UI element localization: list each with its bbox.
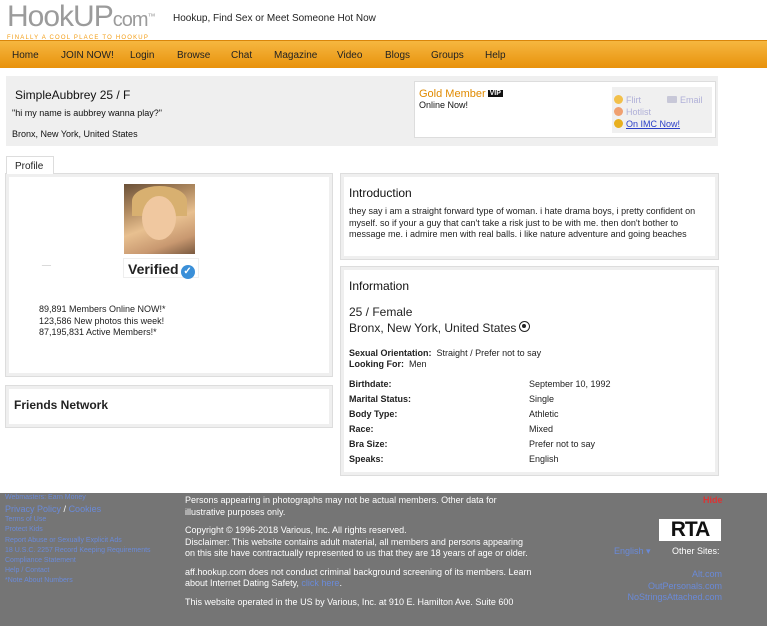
checkmark-icon: ✓: [180, 265, 195, 279]
nav-join-now[interactable]: JOIN NOW!: [61, 50, 114, 61]
footer-link-webmasters[interactable]: Webmasters: Earn Money: [5, 493, 151, 503]
nav-video[interactable]: Video: [337, 50, 362, 61]
footer-disclaimers: Persons appearing in photographs may not…: [185, 495, 535, 615]
introduction-panel: Introduction they say i am a straight fo…: [340, 173, 719, 260]
hotlist-icon: [614, 107, 623, 116]
membership-box: Gold Member VIP Online Now! Flirt Email H…: [414, 81, 716, 138]
friends-network-panel: Friends Network: [5, 385, 333, 428]
chat-smiley-icon: [614, 119, 623, 128]
information-panel: Information 25 / Female Bronx, New York,…: [340, 266, 719, 476]
profile-quote: "hi my name is aubbrey wanna play?": [12, 108, 162, 118]
footer-link-protect-kids[interactable]: Protect Kids: [5, 525, 151, 535]
flirt-button[interactable]: Flirt: [614, 95, 641, 105]
language-select[interactable]: English ▾: [614, 546, 651, 557]
footer-links: Webmasters: Earn Money Privacy Policy / …: [5, 493, 151, 587]
globe-icon[interactable]: [519, 321, 531, 332]
footer-photo-disclaimer: Persons appearing in photographs may not…: [185, 495, 497, 517]
footer-hide-button[interactable]: Hide: [703, 495, 723, 505]
footer-link-report-abuse[interactable]: Report Abuse or Sexually Explicit Ads: [5, 536, 151, 546]
profile-panel: __ Verified ✓ 89,891 Members Online NOW!*…: [5, 173, 333, 377]
vip-badge: VIP: [487, 90, 503, 97]
stat-new-photos: 123,586 New photos this week!: [39, 315, 165, 326]
footer-link-cookies[interactable]: Cookies: [69, 504, 102, 514]
stat-active: 87,195,831 Active Members!*: [39, 327, 157, 337]
footer-screening: aff.hookup.com does not conduct criminal…: [185, 566, 532, 589]
chevron-down-icon: ▾: [646, 546, 651, 556]
other-site-link[interactable]: OutPersonals.com: [627, 581, 722, 593]
profile-photo[interactable]: [124, 184, 195, 254]
profile-header: SimpleAubbrey 25 / F "hi my name is aubb…: [6, 76, 718, 146]
smiley-icon: [614, 95, 623, 104]
online-status: Online Now!: [419, 100, 469, 110]
introduction-title: Introduction: [349, 186, 412, 200]
main-nav: Home JOIN NOW! Login Browse Chat Magazin…: [0, 40, 767, 68]
other-sites-list: Alt.com OutPersonals.com NoStringsAttach…: [627, 569, 722, 604]
logo-suffix: com: [112, 9, 149, 31]
footer-link-privacy[interactable]: Privacy Policy: [5, 504, 61, 514]
footer-adult-disclaimer: Disclaimer: This website contains adult …: [185, 536, 528, 559]
info-orientation: Sexual Orientation: Straight / Prefer no…: [349, 348, 542, 358]
site-tagline: Hookup, Find Sex or Meet Someone Hot Now: [173, 13, 376, 24]
site-stats: 89,891 Members Online NOW!* 123,586 New …: [39, 304, 166, 339]
verified-badge: Verified ✓: [123, 258, 199, 279]
tab-profile[interactable]: Profile: [6, 156, 54, 174]
footer-privacy-cookies: Privacy Policy / Cookies: [5, 504, 102, 515]
email-button[interactable]: Email: [667, 95, 703, 105]
footer-link-compliance[interactable]: Compliance Statement: [5, 556, 151, 566]
other-site-link[interactable]: NoStringsAttached.com: [627, 592, 722, 604]
profile-name: SimpleAubbrey 25 / F: [15, 88, 131, 102]
introduction-text: they say i am a straight forward type of…: [349, 206, 696, 239]
footer-link-help[interactable]: Help / Contact: [5, 566, 151, 576]
site-logo[interactable]: HookUPcom™ FINALLY A COOL PLACE TO HOOKU…: [7, 0, 162, 42]
envelope-icon: [667, 96, 677, 103]
nav-blogs[interactable]: Blogs: [385, 50, 410, 61]
nav-magazine[interactable]: Magazine: [274, 50, 317, 61]
info-age-sex: 25 / Female: [349, 305, 413, 319]
footer-copyright: Copyright © 1996-2018 Various, Inc. All …: [185, 525, 407, 535]
info-looking-for: Looking For: Men: [349, 359, 427, 369]
information-title: Information: [349, 279, 410, 293]
stat-online: 89,891 Members Online NOW!*: [39, 304, 166, 314]
nav-login[interactable]: Login: [130, 50, 154, 61]
rta-logo[interactable]: RTA: [659, 519, 721, 541]
other-site-link[interactable]: Alt.com: [627, 569, 722, 581]
friends-network-title: Friends Network: [14, 398, 109, 412]
footer-link-terms[interactable]: Terms of Use: [5, 515, 151, 525]
footer-operated: This website operated in the US by Vario…: [185, 596, 514, 607]
footer-link-2257[interactable]: 18 U.S.C. 2257 Record Keeping Requiremen…: [5, 546, 151, 556]
nav-browse[interactable]: Browse: [177, 50, 210, 61]
other-sites-label: Other Sites:: [672, 546, 720, 556]
profile-actions: Flirt Email Hotlist On IMC Now!: [612, 87, 712, 133]
footer-click-here-link[interactable]: click here: [301, 578, 339, 588]
profile-location: Bronx, New York, United States: [12, 129, 138, 139]
footer-link-numbers[interactable]: *Note About Numbers: [5, 576, 151, 586]
imc-link[interactable]: On IMC Now!: [614, 119, 680, 129]
hotlist-button[interactable]: Hotlist: [614, 107, 651, 117]
membership-level: Gold Member VIP: [419, 88, 503, 100]
nav-help[interactable]: Help: [485, 50, 506, 61]
info-location: Bronx, New York, United States: [349, 321, 531, 335]
site-header: HookUPcom™ FINALLY A COOL PLACE TO HOOKU…: [0, 0, 767, 42]
nav-chat[interactable]: Chat: [231, 50, 252, 61]
site-footer: Webmasters: Earn Money Privacy Policy / …: [0, 493, 767, 626]
logo-text: HookUP: [7, 0, 114, 33]
nav-home[interactable]: Home: [12, 50, 39, 61]
photo-caption: __: [42, 257, 51, 266]
nav-groups[interactable]: Groups: [431, 50, 464, 61]
